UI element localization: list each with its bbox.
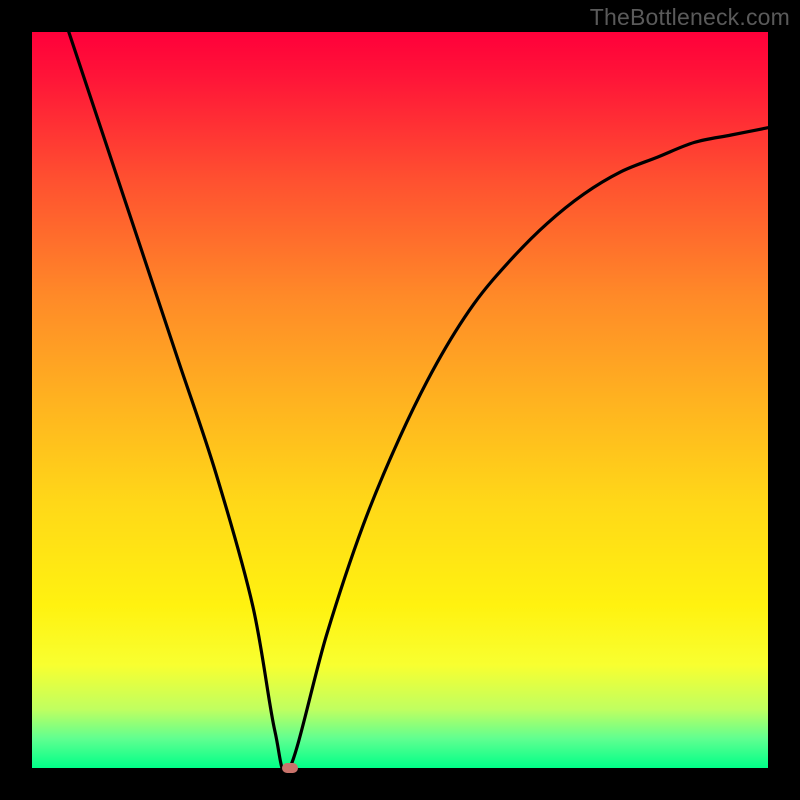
minimum-marker: [282, 763, 298, 773]
bottleneck-curve: [69, 32, 768, 773]
plot-area: [32, 32, 768, 768]
watermark-text: TheBottleneck.com: [590, 4, 790, 31]
outer-frame: TheBottleneck.com: [0, 0, 800, 800]
curve-svg: [32, 32, 768, 768]
